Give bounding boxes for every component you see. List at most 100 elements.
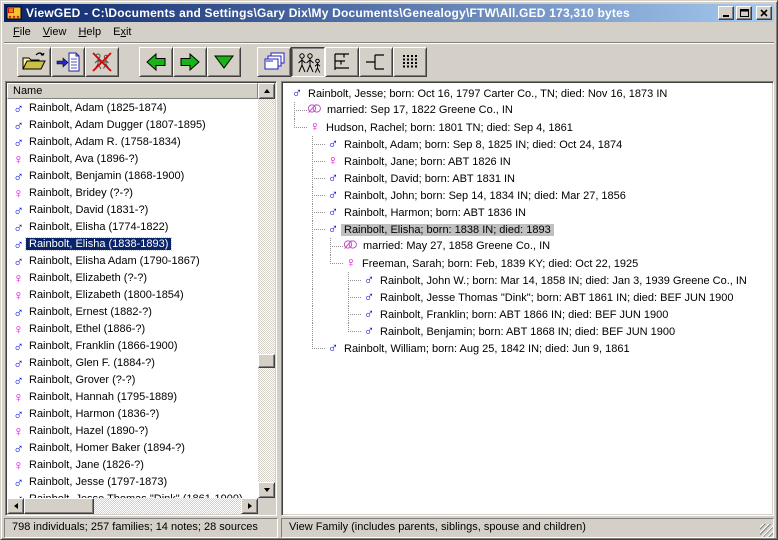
list-item[interactable]: ♂Rainbolt, Grover (?-?) xyxy=(7,371,258,388)
list-item[interactable]: ♂Rainbolt, Benjamin (1868-1900) xyxy=(7,167,258,184)
list-item-label: Rainbolt, Jane (1826-?) xyxy=(26,459,147,471)
tree-connector xyxy=(312,289,313,306)
tree-row[interactable]: married: Sep 17, 1822 Greene Co., IN xyxy=(283,102,772,119)
male-icon: ♂ xyxy=(11,441,26,455)
tree-panel: ♂Rainbolt, Jesse; born: Oct 16, 1797 Car… xyxy=(281,81,774,516)
male-icon: ♂ xyxy=(11,339,26,353)
delete-individual-button[interactable] xyxy=(85,47,119,77)
tree-row[interactable]: ♂Rainbolt, Harmon; born: ABT 1836 IN xyxy=(283,204,772,221)
horizontal-scroll-thumb[interactable] xyxy=(24,498,94,514)
list-item-label: Rainbolt, Harmon (1836-?) xyxy=(26,408,162,420)
menu-exit[interactable]: Exit xyxy=(107,24,137,40)
list-item[interactable]: ♀Rainbolt, Jane (1826-?) xyxy=(7,456,258,473)
female-icon: ♀ xyxy=(11,186,26,200)
import-document-icon xyxy=(56,51,80,73)
female-icon: ♀ xyxy=(11,424,26,438)
list-item[interactable]: ♀Rainbolt, Ethel (1886-?) xyxy=(7,320,258,337)
list-item[interactable]: ♀Rainbolt, Hannah (1795-1889) xyxy=(7,388,258,405)
menu-file[interactable]: File xyxy=(7,24,37,40)
scroll-up-button[interactable] xyxy=(258,83,275,99)
list-item[interactable]: ♂Rainbolt, David (1831-?) xyxy=(7,201,258,218)
list-item[interactable]: ♂Rainbolt, Adam Dugger (1807-1895) xyxy=(7,116,258,133)
app-icon[interactable] xyxy=(6,5,22,21)
tree-row[interactable]: ♂Rainbolt, Elisha; born: 1838 IN; died: … xyxy=(283,221,772,238)
list-item[interactable]: ♀Rainbolt, Hazel (1890-?) xyxy=(7,422,258,439)
tree-connector xyxy=(348,331,361,332)
forward-button[interactable] xyxy=(173,47,207,77)
open-file-button[interactable] xyxy=(17,47,51,77)
tree-connector xyxy=(312,161,325,162)
list-item-label: Rainbolt, Glen F. (1884-?) xyxy=(26,357,158,369)
tree-connector xyxy=(312,178,325,179)
list-item[interactable]: ♂Rainbolt, Franklin (1866-1900) xyxy=(7,337,258,354)
list-item-label: Rainbolt, Elizabeth (1800-1854) xyxy=(26,289,187,301)
tree-row-text: Rainbolt, Jesse; born: Oct 16, 1797 Cart… xyxy=(305,88,670,100)
list-item[interactable]: ♀Rainbolt, Bridey (?-?) xyxy=(7,184,258,201)
list-view-button[interactable] xyxy=(393,47,427,77)
male-icon: ♂ xyxy=(11,373,26,387)
male-icon: ♂ xyxy=(11,305,26,319)
tree-row[interactable]: ♂Rainbolt, Jesse; born: Oct 16, 1797 Car… xyxy=(283,85,772,102)
resize-grip[interactable] xyxy=(760,524,773,537)
tree-row[interactable]: ♂Rainbolt, Benjamin; born: ABT 1868 IN; … xyxy=(283,323,772,340)
tree-row[interactable]: ♀Freeman, Sarah; born: Feb, 1839 KY; die… xyxy=(283,255,772,272)
vertical-scroll-track[interactable] xyxy=(258,99,275,482)
male-icon: ♂ xyxy=(11,118,26,132)
male-icon: ♂ xyxy=(11,356,26,370)
back-button[interactable] xyxy=(139,47,173,77)
down-button[interactable] xyxy=(207,47,241,77)
list-item-label: Rainbolt, Adam R. (1758-1834) xyxy=(26,136,184,148)
tree-row[interactable]: ♂Rainbolt, Adam; born: Sep 8, 1825 IN; d… xyxy=(283,136,772,153)
list-item[interactable]: ♂Rainbolt, Adam R. (1758-1834) xyxy=(7,133,258,150)
maximize-icon xyxy=(740,9,749,17)
tree-connector xyxy=(312,323,313,340)
list-item[interactable]: ♂Rainbolt, Elisha (1774-1822) xyxy=(7,218,258,235)
name-list-header[interactable]: Name xyxy=(7,83,258,99)
list-item[interactable]: ♂Rainbolt, Glen F. (1884-?) xyxy=(7,354,258,371)
import-gedcom-button[interactable] xyxy=(51,47,85,77)
list-item[interactable]: ♀Rainbolt, Elizabeth (1800-1854) xyxy=(7,286,258,303)
pedigree-view-button[interactable] xyxy=(359,47,393,77)
list-item[interactable]: ♀Rainbolt, Elizabeth (?-?) xyxy=(7,269,258,286)
family-view-button[interactable] xyxy=(291,47,325,77)
tree-row-text: Hudson, Rachel; born: 1801 TN; died: Sep… xyxy=(323,122,576,134)
menu-view[interactable]: View xyxy=(37,24,73,40)
tree-row[interactable]: ♂Rainbolt, John; born: Sep 14, 1834 IN; … xyxy=(283,187,772,204)
list-item[interactable]: ♂Rainbolt, Jesse Thomas "Dink" (1861-190… xyxy=(7,490,258,498)
maximize-button[interactable] xyxy=(736,6,752,20)
tree-connector xyxy=(294,110,307,111)
list-item[interactable]: ♂Rainbolt, Adam (1825-1874) xyxy=(7,99,258,116)
list-item[interactable]: ♂Rainbolt, Jesse (1797-1873) xyxy=(7,473,258,490)
descendant-view-button[interactable] xyxy=(325,47,359,77)
minimize-button[interactable] xyxy=(718,6,734,20)
name-list: ♂Rainbolt, Adam (1825-1874)♂Rainbolt, Ad… xyxy=(7,99,258,498)
tree-row[interactable]: ♂Rainbolt, William; born: Aug 25, 1842 I… xyxy=(283,340,772,357)
list-item[interactable]: ♂Rainbolt, Elisha (1838-1893) xyxy=(7,235,258,252)
tree-row[interactable]: ♂Rainbolt, Jesse Thomas "Dink"; born: AB… xyxy=(283,289,772,306)
tree-row[interactable]: ♂Rainbolt, John W.; born: Mar 14, 1858 I… xyxy=(283,272,772,289)
male-icon: ♂ xyxy=(11,407,26,421)
list-item[interactable]: ♂Rainbolt, Homer Baker (1894-?) xyxy=(7,439,258,456)
tree-row-text: Rainbolt, Jane; born: ABT 1826 IN xyxy=(341,156,514,168)
tree-row[interactable]: ♀Rainbolt, Jane; born: ABT 1826 IN xyxy=(283,153,772,170)
list-item[interactable]: ♀Rainbolt, Ava (1896-?) xyxy=(7,150,258,167)
tree-connector xyxy=(330,263,343,264)
list-item[interactable]: ♂Rainbolt, Elisha Adam (1790-1867) xyxy=(7,252,258,269)
cascade-view-button[interactable] xyxy=(257,47,291,77)
vertical-scrollbar xyxy=(258,83,275,498)
list-item[interactable]: ♂Rainbolt, Harmon (1836-?) xyxy=(7,405,258,422)
scroll-left-button[interactable] xyxy=(7,498,24,514)
menu-help[interactable]: Help xyxy=(72,24,107,40)
horizontal-scroll-track[interactable] xyxy=(24,498,241,514)
tree-row[interactable]: married: May 27, 1858 Greene Co., IN xyxy=(283,238,772,255)
close-button[interactable] xyxy=(756,6,772,20)
scroll-right-button[interactable] xyxy=(241,498,258,514)
tree-row[interactable]: ♂Rainbolt, Franklin; born: ABT 1866 IN; … xyxy=(283,306,772,323)
vertical-scroll-thumb[interactable] xyxy=(258,354,275,368)
list-item[interactable]: ♂Rainbolt, Ernest (1882-?) xyxy=(7,303,258,320)
triangle-up-icon xyxy=(264,89,270,93)
scroll-down-button[interactable] xyxy=(258,482,275,498)
tree-row[interactable]: ♀Hudson, Rachel; born: 1801 TN; died: Se… xyxy=(283,119,772,136)
tree-row[interactable]: ♂Rainbolt, David; born: ABT 1831 IN xyxy=(283,170,772,187)
title-bar: ViewGED - C:\Documents and Settings\Gary… xyxy=(4,4,774,22)
